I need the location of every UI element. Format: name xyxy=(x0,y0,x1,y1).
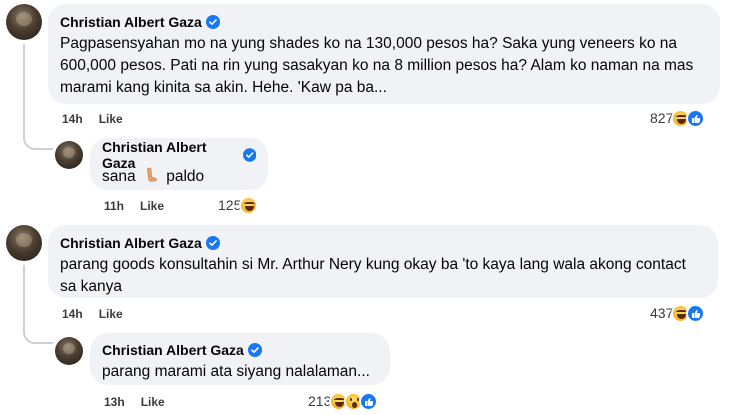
thread-line xyxy=(23,44,25,136)
comment-actions: 14h Like xyxy=(62,305,123,323)
comment-timestamp[interactable]: 14h xyxy=(62,112,83,126)
comment-timestamp[interactable]: 14h xyxy=(62,307,83,321)
verified-badge-icon xyxy=(205,15,220,29)
reaction-count: 827 xyxy=(650,110,674,126)
thread-line xyxy=(23,265,25,330)
avatar[interactable] xyxy=(55,141,83,169)
like-button[interactable]: Like xyxy=(141,395,165,409)
comment-author[interactable]: Christian Albert Gaza xyxy=(60,235,202,251)
reply-text-end: paldo xyxy=(166,168,205,185)
comment-text: parang goods konsultahin si Mr. Arthur N… xyxy=(60,256,686,295)
reaction-count: 437 xyxy=(650,305,674,321)
reaction-summary[interactable]: 437 xyxy=(650,302,706,324)
reply-actions: 13h Like xyxy=(104,393,165,411)
verified-badge-icon xyxy=(247,343,262,357)
verified-badge-icon xyxy=(205,236,220,250)
comment-bubble: Christian Albert Gaza Pagpasensyahan mo … xyxy=(48,4,720,104)
reaction-summary[interactable]: 827 xyxy=(650,107,706,129)
reply-bubble: Christian Albert Gaza sana paldo xyxy=(90,138,268,190)
comment-author[interactable]: Christian Albert Gaza xyxy=(60,14,202,30)
thread-connector xyxy=(23,326,53,344)
reaction-summary[interactable]: 213 xyxy=(308,390,379,412)
avatar[interactable] xyxy=(6,225,42,261)
reply-text: parang marami ata siyang nalalaman... xyxy=(102,363,370,380)
avatar[interactable] xyxy=(6,4,42,40)
haha-icon xyxy=(239,195,259,215)
reply-actions: 11h Like xyxy=(104,197,164,215)
comment-bubble: Christian Albert Gaza parang goods konsu… xyxy=(48,225,718,298)
like-button[interactable]: Like xyxy=(99,307,123,321)
reaction-summary[interactable]: 125 xyxy=(218,194,259,216)
like-button[interactable]: Like xyxy=(99,112,123,126)
reaction-count: 125 xyxy=(218,197,242,213)
reaction-count: 213 xyxy=(308,393,332,409)
like-icon xyxy=(686,303,706,323)
like-icon xyxy=(686,108,706,128)
reply-bubble: Christian Albert Gaza parang marami ata … xyxy=(90,333,390,385)
comment-actions: 14h Like xyxy=(62,110,123,128)
like-button[interactable]: Like xyxy=(140,199,164,213)
verified-badge-icon xyxy=(242,148,256,162)
comment-text: Pagpasensyahan mo na yung shades ko na 1… xyxy=(60,35,694,96)
reply-text-start: sana xyxy=(102,168,136,185)
reply-timestamp[interactable]: 11h xyxy=(104,199,124,213)
avatar[interactable] xyxy=(55,337,83,365)
thread-connector xyxy=(23,132,53,150)
like-icon xyxy=(359,391,379,411)
reply-author[interactable]: Christian Albert Gaza xyxy=(102,342,244,358)
reply-timestamp[interactable]: 13h xyxy=(104,395,125,409)
leg-emoji-icon xyxy=(147,167,157,182)
